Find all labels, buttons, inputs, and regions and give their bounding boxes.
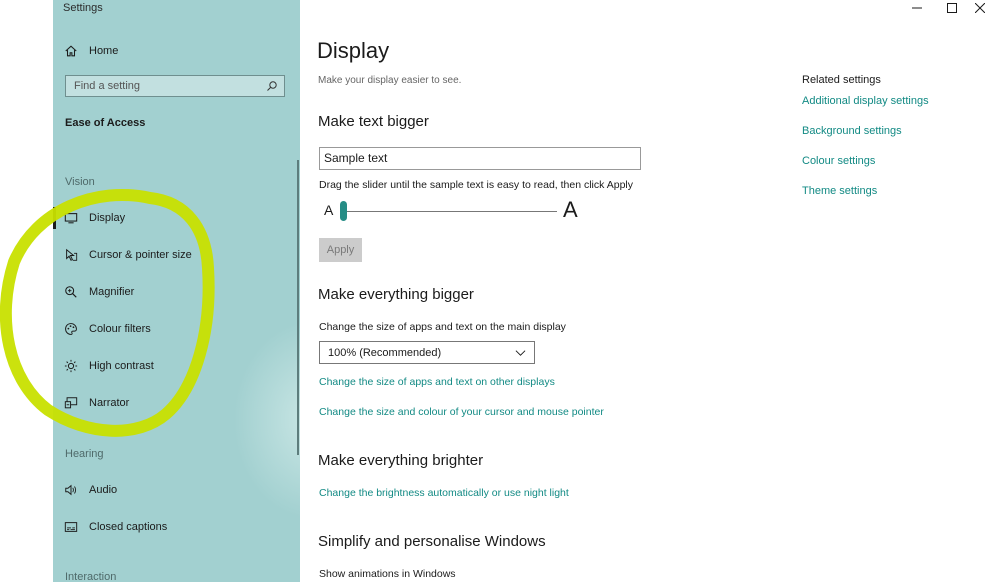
link-cursor-pointer[interactable]: Change the size and colour of your curso…: [319, 406, 604, 418]
speaker-icon: [63, 482, 79, 498]
narrator-icon: [63, 395, 79, 411]
link-additional-display-settings[interactable]: Additional display settings: [802, 95, 929, 107]
search-box[interactable]: [65, 75, 285, 97]
sidebar: Settings Home Ease of Access Vision Disp…: [53, 0, 300, 582]
sidebar-item-magnifier[interactable]: Magnifier: [63, 277, 288, 307]
sidebar-item-audio[interactable]: Audio: [63, 475, 288, 505]
sidebar-item-label: Cursor & pointer size: [89, 249, 192, 261]
palette-icon: [63, 321, 79, 337]
text-size-slider-track[interactable]: [345, 211, 557, 212]
home-icon: [63, 43, 79, 59]
link-colour-settings[interactable]: Colour settings: [802, 155, 875, 167]
sidebar-item-label: Display: [89, 212, 126, 224]
heading-simplify: Simplify and personalise Windows: [318, 533, 546, 550]
group-label-vision: Vision: [65, 176, 95, 188]
heading-make-everything-bigger: Make everything bigger: [318, 286, 474, 303]
sidebar-item-label: Closed captions: [89, 521, 168, 533]
sidebar-item-label: Magnifier: [89, 286, 135, 298]
sidebar-item-narrator[interactable]: Narrator: [63, 388, 288, 418]
search-input[interactable]: [72, 79, 266, 93]
heading-make-text-bigger: Make text bigger: [318, 113, 429, 130]
link-background-settings[interactable]: Background settings: [802, 125, 902, 137]
sidebar-item-high-contrast[interactable]: High contrast: [63, 351, 288, 381]
text-size-slider-thumb[interactable]: [340, 201, 347, 221]
heading-make-everything-brighter: Make everything brighter: [318, 452, 484, 469]
link-night-light[interactable]: Change the brightness automatically or u…: [319, 487, 569, 499]
window-title: Settings: [63, 2, 103, 14]
chevron-down-icon: [515, 350, 526, 356]
sidebar-item-label: Narrator: [89, 397, 130, 409]
pointer-icon: [63, 247, 79, 263]
link-other-displays[interactable]: Change the size of apps and text on othe…: [319, 376, 555, 388]
sidebar-item-display[interactable]: Display: [63, 203, 288, 233]
sun-icon: [63, 358, 79, 374]
close-icon: [975, 3, 985, 13]
minimize-icon: [912, 7, 922, 9]
selected-indicator: [53, 207, 56, 229]
sidebar-item-closed-captions[interactable]: Closed captions: [63, 512, 288, 542]
search-icon[interactable]: [266, 80, 278, 92]
maximize-icon: [947, 3, 957, 13]
sidebar-item-home[interactable]: Home: [63, 36, 288, 66]
related-settings-title: Related settings: [802, 74, 881, 86]
group-label-interaction: Interaction: [65, 571, 117, 582]
section-title: Ease of Access: [65, 117, 146, 129]
sidebar-item-label: High contrast: [89, 360, 154, 372]
sidebar-item-cursor-pointer-size[interactable]: Cursor & pointer size: [63, 240, 288, 270]
close-button[interactable]: [960, 0, 1000, 16]
slider-min-label: A: [324, 202, 334, 218]
magnifier-icon: [63, 284, 79, 300]
sidebar-scrollbar[interactable]: [297, 160, 299, 455]
slider-max-label: A: [563, 197, 578, 222]
slider-hint: Drag the slider until the sample text is…: [319, 179, 633, 191]
apply-button[interactable]: Apply: [319, 238, 362, 262]
page-title: Display: [317, 38, 390, 63]
scale-dropdown-value: 100% (Recommended): [328, 346, 442, 359]
animations-label: Show animations in Windows: [319, 568, 456, 580]
main-content: Display Make your display easier to see.…: [300, 0, 1000, 582]
captions-icon: [63, 519, 79, 535]
minimize-button[interactable]: [897, 0, 937, 16]
left-gap: [0, 0, 53, 582]
scale-label: Change the size of apps and text on the …: [319, 321, 566, 333]
sample-text-preview: Sample text: [319, 147, 641, 170]
sidebar-item-label: Home: [89, 45, 119, 57]
sidebar-item-colour-filters[interactable]: Colour filters: [63, 314, 288, 344]
link-theme-settings[interactable]: Theme settings: [802, 185, 877, 197]
page-subtitle: Make your display easier to see.: [318, 75, 462, 86]
scale-dropdown[interactable]: 100% (Recommended): [319, 341, 535, 364]
sidebar-item-label: Audio: [89, 484, 118, 496]
sidebar-item-label: Colour filters: [89, 323, 151, 335]
group-label-hearing: Hearing: [65, 448, 104, 460]
monitor-icon: [63, 210, 79, 226]
